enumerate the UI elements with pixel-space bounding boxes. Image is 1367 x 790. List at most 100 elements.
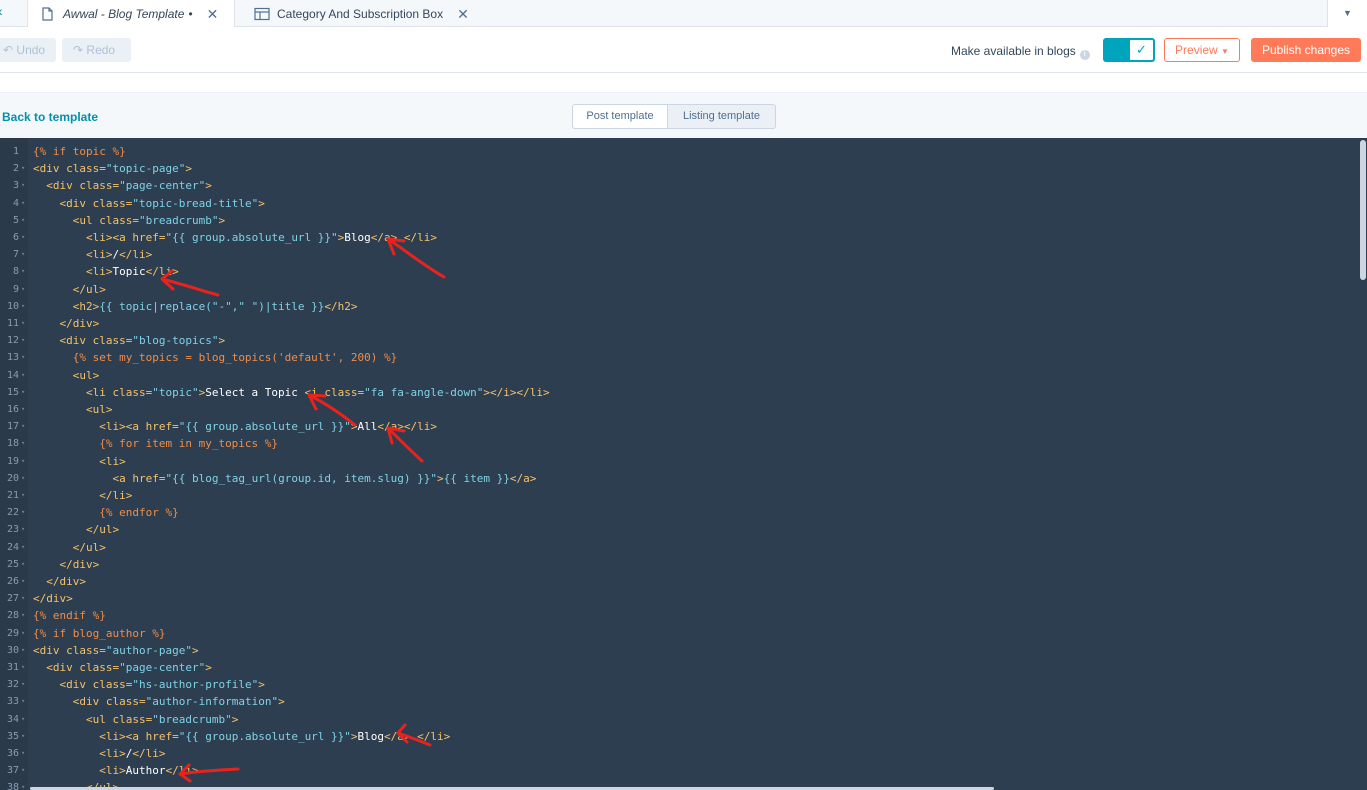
code-line[interactable]: 31 ▾ <div class="page-center"> — [0, 659, 1358, 676]
fold-arrow-icon[interactable]: ▾ — [21, 487, 25, 504]
code-line[interactable]: 33 ▾ <div class="author-information"> — [0, 693, 1358, 710]
redo-button[interactable]: ↷ Redo — [62, 38, 131, 62]
tab-post-template[interactable]: Post template — [572, 104, 668, 129]
fold-arrow-icon[interactable]: ▾ — [21, 470, 25, 487]
fold-arrow-icon[interactable]: ▾ — [21, 435, 25, 452]
fold-arrow-icon[interactable]: ▾ — [21, 212, 25, 229]
code-line[interactable]: 23 ▾ </ul> — [0, 521, 1358, 538]
code-line[interactable]: 11 ▾ </div> — [0, 315, 1358, 332]
fold-arrow-icon[interactable]: ▾ — [21, 659, 25, 676]
tab-bar: ‹ Awwal - Blog Template • ✕ Category And… — [0, 0, 1367, 28]
fold-arrow-icon[interactable]: ▾ — [21, 504, 25, 521]
fold-arrow-icon[interactable]: ▾ — [21, 642, 25, 659]
close-icon[interactable]: ✕ — [457, 6, 469, 23]
code-line[interactable]: 15 ▾ <li class="topic">Select a Topic <i … — [0, 384, 1358, 401]
tab-overflow-button[interactable]: ▼ — [1327, 0, 1367, 27]
fold-arrow-icon[interactable]: ▾ — [21, 676, 25, 693]
undo-button[interactable]: ↶ Undo — [0, 38, 56, 62]
code-line[interactable]: 29 ▾ {% if blog_author %} — [0, 625, 1358, 642]
fold-arrow-icon[interactable]: ▾ — [21, 332, 25, 349]
code-line[interactable]: 2 ▾ <div class="topic-page"> — [0, 160, 1358, 177]
fold-arrow-icon[interactable]: ▾ — [21, 384, 25, 401]
availability-toggle[interactable]: ✓ — [1103, 38, 1155, 62]
code-line[interactable]: 8 ▾ <li>Topic</li> — [0, 263, 1358, 280]
fold-arrow-icon[interactable]: ▾ — [21, 453, 25, 470]
fold-arrow-icon[interactable]: ▾ — [21, 160, 25, 177]
code-line[interactable]: 26 ▾ </div> — [0, 573, 1358, 590]
preview-button[interactable]: Preview ▼ — [1164, 38, 1240, 62]
fold-arrow-icon[interactable]: ▾ — [21, 590, 25, 607]
fold-arrow-icon[interactable]: ▾ — [21, 349, 25, 366]
tab-blog-template[interactable]: Awwal - Blog Template • ✕ — [27, 0, 235, 28]
code-line[interactable]: 28 ▾ {% endif %} — [0, 607, 1358, 624]
fold-arrow-icon[interactable]: ▾ — [21, 401, 25, 418]
fold-arrow-icon[interactable]: ▾ — [21, 418, 25, 435]
code-line[interactable]: 1 {% if topic %} — [0, 143, 1358, 160]
code-line[interactable]: 36 ▾ <li>/</li> — [0, 745, 1358, 762]
document-icon — [40, 7, 54, 21]
fold-arrow-icon[interactable]: ▾ — [21, 625, 25, 642]
code-line[interactable]: 14 ▾ <ul> — [0, 367, 1358, 384]
code-line[interactable]: 7 ▾ <li>/</li> — [0, 246, 1358, 263]
fold-arrow-icon[interactable]: ▾ — [21, 195, 25, 212]
fold-arrow-icon[interactable]: ▾ — [21, 367, 25, 384]
fold-arrow-icon[interactable]: ▾ — [21, 281, 25, 298]
code-line[interactable]: 3 ▾ <div class="page-center"> — [0, 177, 1358, 194]
fold-arrow-icon[interactable]: ▾ — [21, 556, 25, 573]
vertical-scrollbar[interactable] — [1358, 138, 1367, 790]
fold-arrow-icon[interactable]: ▾ — [21, 779, 25, 790]
fold-arrow-icon[interactable]: ▾ — [21, 693, 25, 710]
code-line[interactable]: 20 ▾ <a href="{{ blog_tag_url(group.id, i… — [0, 470, 1358, 487]
fold-arrow-icon[interactable]: ▾ — [21, 607, 25, 624]
code-line[interactable]: 9 ▾ </ul> — [0, 281, 1358, 298]
fold-arrow-icon[interactable]: ▾ — [21, 315, 25, 332]
tab-listing-template[interactable]: Listing template — [667, 104, 776, 129]
fold-arrow-icon[interactable]: ▾ — [21, 177, 25, 194]
template-subheader: Back to template Post template Listing t… — [0, 92, 1367, 138]
fold-arrow-icon[interactable]: ▾ — [21, 762, 25, 779]
code-line[interactable]: 6 ▾ <li><a href="{{ group.absolute_url }}… — [0, 229, 1358, 246]
scroll-thumb[interactable] — [1360, 140, 1366, 280]
tab-label: Category And Subscription Box — [277, 7, 444, 21]
code-line[interactable]: 25 ▾ </div> — [0, 556, 1358, 573]
fold-arrow-icon[interactable]: ▾ — [21, 539, 25, 556]
code-line[interactable]: 22 ▾ {% endfor %} — [0, 504, 1358, 521]
code-editor[interactable]: 1 {% if topic %} 2 ▾ <div class="topic-page"… — [0, 138, 1367, 790]
code-line[interactable]: 21 ▾ </li> — [0, 487, 1358, 504]
code-line[interactable]: 34 ▾ <ul class="breadcrumb"> — [0, 711, 1358, 728]
fold-arrow-icon[interactable]: ▾ — [21, 521, 25, 538]
code-line[interactable]: 19 ▾ <li> — [0, 453, 1358, 470]
code-line[interactable]: 24 ▾ </ul> — [0, 539, 1358, 556]
fold-arrow-icon[interactable]: ▾ — [21, 745, 25, 762]
code-line[interactable]: 35 ▾ <li><a href="{{ group.absolute_url }… — [0, 728, 1358, 745]
fold-arrow-icon[interactable]: ▾ — [21, 263, 25, 280]
code-line[interactable]: 12 ▾ <div class="blog-topics"> — [0, 332, 1358, 349]
code-line[interactable]: 4 ▾ <div class="topic-bread-title"> — [0, 195, 1358, 212]
code-line[interactable]: 16 ▾ <ul> — [0, 401, 1358, 418]
fold-arrow-icon[interactable]: ▾ — [21, 711, 25, 728]
line-number: 21 — [6, 490, 19, 501]
info-icon[interactable]: i — [1079, 50, 1090, 60]
code-line[interactable]: 27 ▾ </div> — [0, 590, 1358, 607]
editor-toolbar: ↶ Undo ↷ Redo Make available in blogs i ✓… — [0, 27, 1367, 73]
code-line[interactable]: 17 ▾ <li><a href="{{ group.absolute_url }… — [0, 418, 1358, 435]
undo-icon: ↶ — [3, 43, 14, 57]
code-line[interactable]: 13 ▾ {% set my_topics = blog_topics('defa… — [0, 349, 1358, 366]
fold-arrow-icon[interactable]: ▾ — [21, 298, 25, 315]
code-line[interactable]: 5 ▾ <ul class="breadcrumb"> — [0, 212, 1358, 229]
chevron-left-icon[interactable]: ‹ — [0, 3, 3, 19]
code-line[interactable]: 37 ▾ <li>Author</li> — [0, 762, 1358, 779]
back-to-template-link[interactable]: Back to template — [2, 110, 98, 124]
fold-arrow-icon[interactable]: ▾ — [21, 728, 25, 745]
line-number: 38 — [6, 782, 19, 790]
publish-button[interactable]: Publish changes — [1251, 38, 1361, 62]
tab-category-subscription[interactable]: Category And Subscription Box ✕ — [254, 0, 469, 28]
fold-arrow-icon[interactable]: ▾ — [21, 246, 25, 263]
code-line[interactable]: 30 ▾ <div class="author-page"> — [0, 642, 1358, 659]
close-icon[interactable]: ✕ — [207, 6, 219, 23]
fold-arrow-icon[interactable]: ▾ — [21, 229, 25, 246]
code-line[interactable]: 32 ▾ <div class="hs-author-profile"> — [0, 676, 1358, 693]
code-line[interactable]: 10 ▾ <h2>{{ topic|replace("-"," ")|title … — [0, 298, 1358, 315]
code-line[interactable]: 18 ▾ {% for item in my_topics %} — [0, 435, 1358, 452]
fold-arrow-icon[interactable]: ▾ — [21, 573, 25, 590]
